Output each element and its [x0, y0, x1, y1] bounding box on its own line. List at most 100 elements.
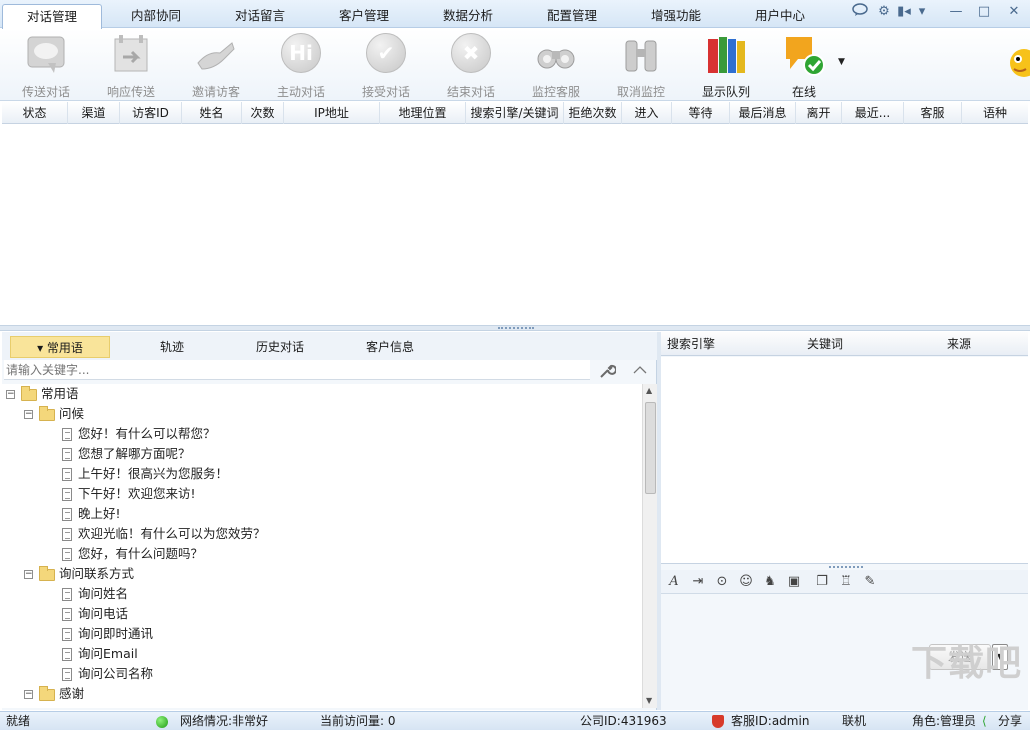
tree-item[interactable]: 询问Email [62, 644, 138, 664]
tab-history-dialog[interactable]: 历史对话 [230, 336, 330, 358]
scroll-up-icon[interactable]: ▲ [646, 386, 652, 395]
col-name[interactable]: 姓名 [182, 102, 242, 124]
col-recent[interactable]: 最近... [842, 102, 904, 124]
shield-icon [712, 712, 724, 731]
col-search-engine[interactable]: 搜索引擎 [667, 332, 715, 356]
col-channel[interactable]: 渠道 [68, 102, 120, 124]
tab-configuration[interactable]: 配置管理 [522, 4, 622, 28]
status-dropdown-arrow-icon[interactable]: ▼ [838, 57, 845, 67]
screenshot-search-icon[interactable]: ⊙ [713, 573, 731, 591]
tree-item[interactable]: 上午好！很高兴为您服务！ [62, 464, 228, 484]
tree-item[interactable]: 您好，有什么问题吗？ [62, 544, 203, 564]
tree-item[interactable]: 询问姓名 [62, 584, 128, 604]
tab-common-phrases[interactable]: ▾ 常用语 [10, 336, 110, 358]
collapse-up-icon[interactable] [632, 362, 648, 378]
visitor-grid-body[interactable] [2, 124, 1028, 324]
tab-data-analysis[interactable]: 数据分析 [418, 4, 518, 28]
col-agent[interactable]: 客服 [904, 102, 962, 124]
share-icon[interactable]: ⟨ [982, 712, 987, 731]
tree-group[interactable]: − 感谢 [24, 684, 84, 704]
tree-item[interactable]: 询问即时通讯 [62, 624, 153, 644]
col-keyword[interactable]: 关键词 [807, 332, 843, 356]
collapse-icon[interactable]: − [6, 390, 15, 399]
cancel-monitor-button[interactable]: 取消监控 [601, 31, 681, 99]
end-dialog-button[interactable]: ✖ 结束对话 [431, 31, 511, 99]
edit-note-icon[interactable]: ✎ [861, 573, 879, 591]
col-source[interactable]: 来源 [947, 332, 971, 356]
transfer-chat-button[interactable]: 传送对话 [6, 31, 86, 99]
company-id: 公司ID:431963 [580, 714, 667, 728]
collapse-icon[interactable]: − [24, 570, 33, 579]
gear-icon[interactable]: ⚙ [874, 3, 894, 21]
wrench-icon[interactable] [598, 362, 617, 380]
folder-icon [21, 385, 37, 401]
source-list[interactable] [661, 357, 1028, 564]
maximize-button[interactable]: □ [974, 3, 994, 21]
tab-customer-management[interactable]: 客户管理 [314, 4, 414, 28]
tree-group[interactable]: − 询问联系方式 [24, 564, 134, 584]
horizontal-splitter[interactable] [0, 325, 1030, 331]
col-last-message[interactable]: 最后消息 [730, 102, 796, 124]
network-ok-icon [156, 712, 168, 731]
close-button[interactable]: ✕ [1004, 3, 1024, 21]
scroll-thumb[interactable] [645, 402, 656, 494]
stamp-icon[interactable]: ♖ [837, 573, 855, 591]
tree-item[interactable]: 您好！有什么可以帮您？ [62, 424, 216, 444]
tree-item[interactable]: 下午好！欢迎您来访! [62, 484, 196, 504]
tab-enhanced-features[interactable]: 增强功能 [626, 4, 726, 28]
col-language[interactable]: 语种 [962, 102, 1028, 124]
col-status[interactable]: 状态 [2, 102, 68, 124]
scroll-down-icon[interactable]: ▼ [646, 696, 652, 705]
tree-scrollbar[interactable]: ▲ ▼ [642, 384, 657, 708]
tree-item[interactable]: 询问电话 [62, 604, 128, 624]
tree-item[interactable]: 您想了解哪方面呢？ [62, 444, 191, 464]
minimize-button[interactable]: — [946, 3, 966, 21]
chat-bubble-icon[interactable] [850, 3, 870, 21]
document-icon [62, 588, 72, 601]
document-icon [62, 608, 72, 621]
monitor-agent-button[interactable]: 监控客服 [516, 31, 596, 99]
invite-visitor-button[interactable]: 邀请访客 [176, 31, 256, 99]
right-splitter-grip[interactable] [829, 566, 863, 568]
insert-file-icon[interactable]: ⇥ [689, 573, 707, 591]
tab-dialog-management[interactable]: 对话管理 [2, 4, 102, 29]
source-grid-header: 搜索引擎 关键词 来源 [661, 332, 1028, 356]
col-location[interactable]: 地理位置 [380, 102, 466, 124]
dropdown-arrow-icon[interactable]: ▾ [912, 3, 932, 21]
col-wait[interactable]: 等待 [672, 102, 730, 124]
tab-user-center[interactable]: 用户中心 [730, 4, 830, 28]
screen-capture-icon[interactable]: ▣ [785, 573, 803, 591]
document-icon [62, 668, 72, 681]
tab-customer-info[interactable]: 客户信息 [340, 336, 440, 358]
copy-icon[interactable]: ❐ [813, 573, 831, 591]
show-queue-button[interactable]: 显示队列 [686, 31, 766, 99]
collapse-icon[interactable]: − [24, 690, 33, 699]
tree-item[interactable]: 欢迎光临！有什么可以为您效劳？ [62, 524, 266, 544]
emoji-icon[interactable]: ☺ [737, 573, 755, 591]
col-count[interactable]: 次数 [242, 102, 284, 124]
col-leave[interactable]: 离开 [796, 102, 842, 124]
active-dialog-button[interactable]: Hi 主动对话 [261, 31, 341, 99]
col-ip[interactable]: IP地址 [284, 102, 380, 124]
collapse-icon[interactable]: − [24, 410, 33, 419]
font-icon[interactable]: A [665, 573, 683, 591]
col-reject-count[interactable]: 拒绝次数 [564, 102, 622, 124]
col-visitor-id[interactable]: 访客ID [120, 102, 182, 124]
share-link[interactable]: 分享 [998, 712, 1022, 731]
tab-track[interactable]: 轨迹 [122, 336, 222, 358]
col-search-keyword[interactable]: 搜索引擎/关键词 [466, 102, 564, 124]
document-icon [62, 648, 72, 661]
skin-icon[interactable]: ▮◂ [894, 3, 914, 21]
tree-item[interactable]: 晚上好! [62, 504, 121, 524]
respond-transfer-button[interactable]: 响应传送 [91, 31, 171, 99]
tab-dialog-messages[interactable]: 对话留言 [210, 4, 310, 28]
tree-root[interactable]: − 常用语 [6, 384, 79, 404]
tree-item[interactable]: 询问公司名称 [62, 664, 153, 684]
tree-group[interactable]: − 问候 [24, 404, 84, 424]
qq-penguin-icon[interactable]: ♞ [761, 573, 779, 591]
accept-dialog-button[interactable]: ✔ 接受对话 [346, 31, 426, 99]
online-status-button[interactable]: 在线 [764, 31, 844, 99]
keyword-search-input[interactable] [4, 360, 590, 380]
tab-internal-collab[interactable]: 内部协同 [106, 4, 206, 28]
col-enter[interactable]: 进入 [622, 102, 672, 124]
